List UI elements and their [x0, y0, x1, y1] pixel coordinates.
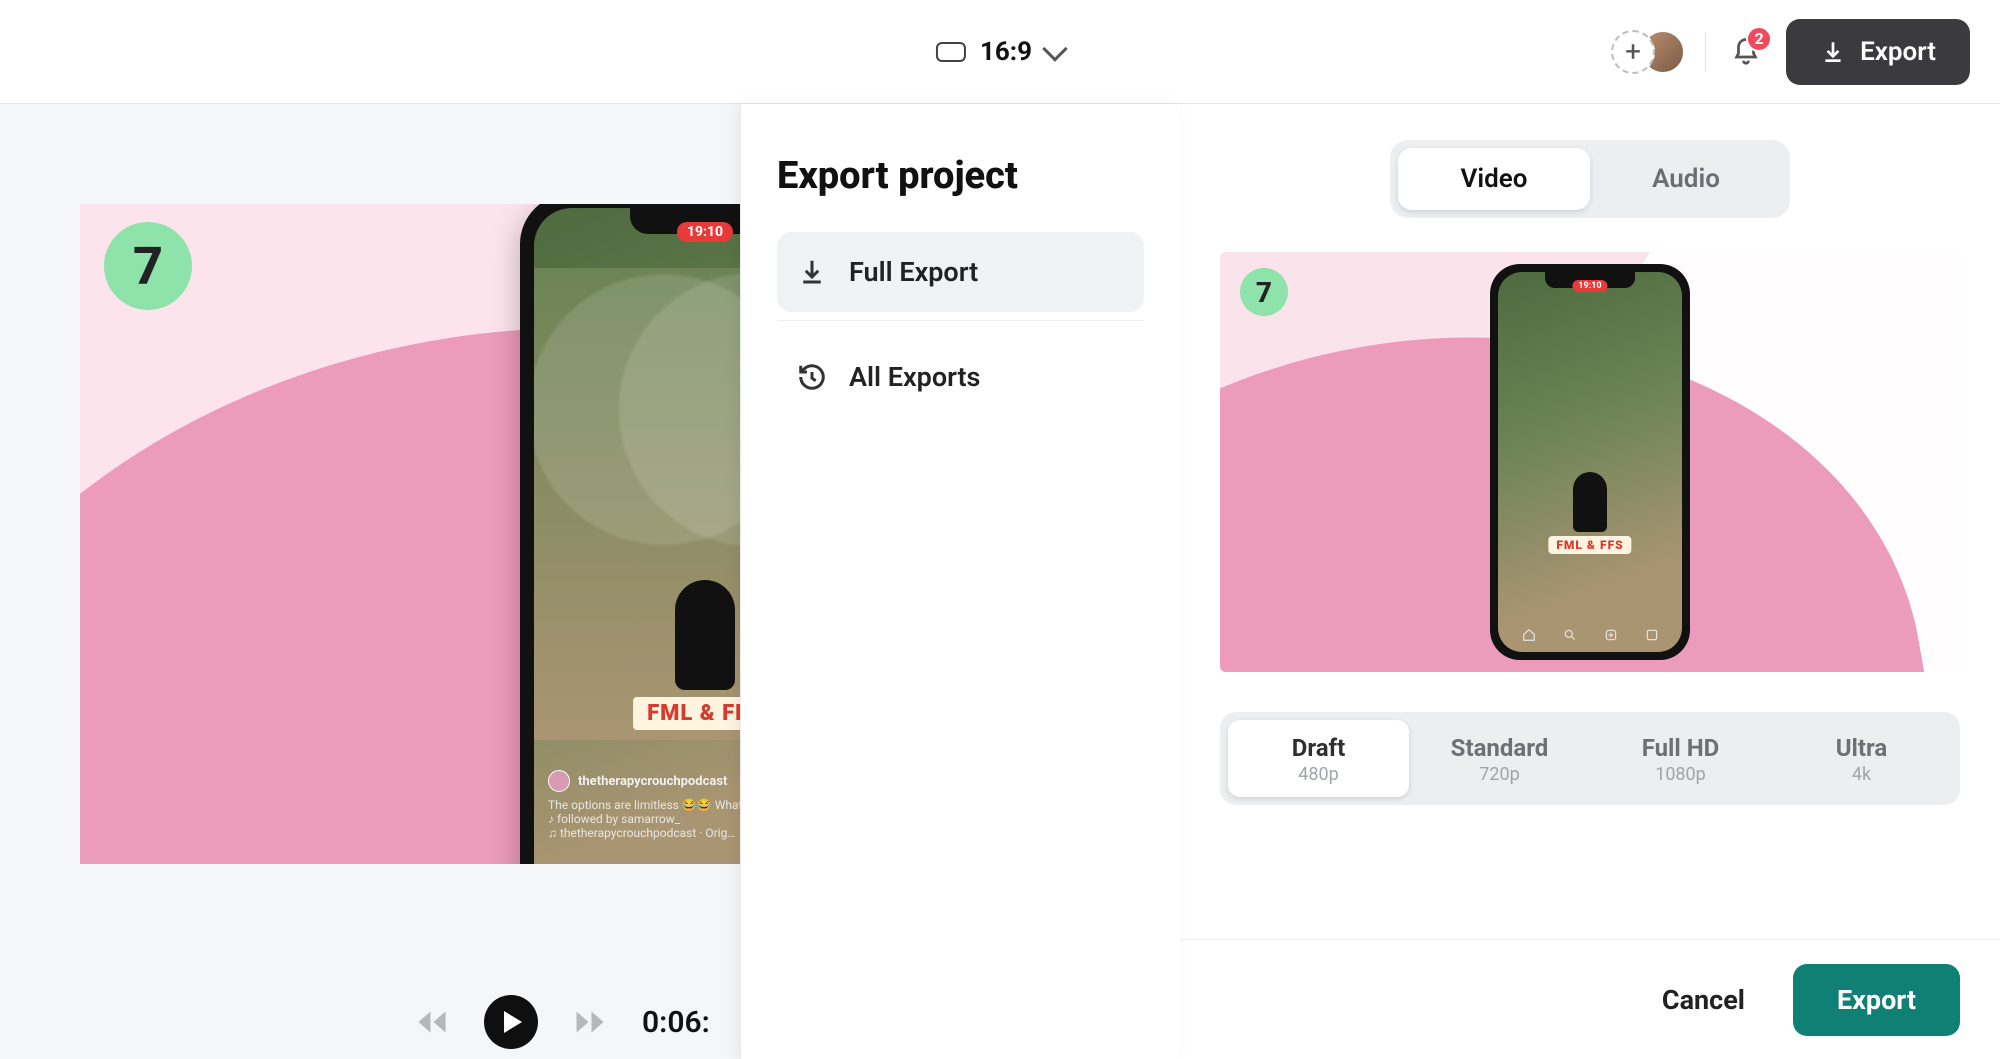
export-option-full-export[interactable]: Full Export — [777, 232, 1144, 312]
download-icon — [797, 257, 827, 287]
topbar: 16:9 + 2 Export — [0, 0, 2000, 104]
chevron-down-icon — [1042, 36, 1067, 61]
quality-label: Standard — [1409, 734, 1590, 762]
export-option-label: All Exports — [849, 361, 980, 393]
export-type-tabs: Video Audio — [1390, 140, 1790, 218]
add-post-icon — [1604, 628, 1618, 642]
topbar-actions: + 2 Export — [1611, 19, 1970, 85]
reels-icon — [1645, 628, 1659, 642]
aspect-ratio-icon — [936, 42, 966, 62]
collaborators[interactable]: + — [1611, 30, 1685, 74]
quality-option-draft[interactable]: Draft 480p — [1228, 720, 1409, 797]
divider — [777, 320, 1144, 321]
play-icon — [504, 1011, 522, 1033]
phone-nav — [1498, 622, 1682, 648]
forward-icon — [572, 1004, 608, 1040]
tab-video[interactable]: Video — [1398, 148, 1590, 210]
export-thumbnail: 7 19:10 FML & FFS — [1220, 252, 1960, 672]
header-export-label: Export — [1860, 37, 1936, 67]
notification-badge: 2 — [1746, 26, 1772, 52]
play-button[interactable] — [484, 995, 538, 1049]
quality-resolution: 720p — [1409, 764, 1590, 785]
microphone-shape — [1573, 472, 1607, 532]
quality-option-standard[interactable]: Standard 720p — [1409, 720, 1590, 797]
quality-resolution: 480p — [1228, 764, 1409, 785]
add-collaborator-button[interactable]: + — [1611, 30, 1655, 74]
quality-resolution: 4k — [1771, 764, 1952, 785]
playback-controls: 0:06: — [410, 995, 710, 1049]
export-footer: Cancel Export — [1180, 939, 2000, 1059]
phone-caption: FML & FFS — [1548, 536, 1631, 554]
quality-resolution: 1080p — [1590, 764, 1771, 785]
phone-screen: 19:10 FML & FFS — [1498, 272, 1682, 652]
slide-number-badge: 7 — [104, 222, 192, 310]
aspect-ratio-value: 16:9 — [980, 37, 1032, 67]
export-button[interactable]: Export — [1793, 964, 1960, 1036]
rewind-icon — [414, 1004, 450, 1040]
home-icon — [1522, 628, 1536, 642]
aspect-ratio-selector[interactable]: 16:9 — [936, 37, 1064, 67]
phone-mockup: 19:10 FML & FFS — [1490, 264, 1690, 660]
timecode: 0:06: — [642, 1005, 710, 1040]
plus-icon: + — [1625, 35, 1641, 68]
notifications-button[interactable]: 2 — [1726, 32, 1766, 72]
post-avatar — [548, 770, 570, 792]
quality-option-ultra[interactable]: Ultra 4k — [1771, 720, 1952, 797]
tab-audio[interactable]: Audio — [1590, 148, 1782, 210]
history-icon — [797, 362, 827, 392]
quality-selector: Draft 480p Standard 720p Full HD 1080p U… — [1220, 712, 1960, 805]
header-export-button[interactable]: Export — [1786, 19, 1970, 85]
rewind-button[interactable] — [410, 1000, 454, 1044]
slide-number-badge: 7 — [1240, 268, 1288, 316]
phone-live-badge: 19:10 — [677, 222, 733, 242]
download-icon — [1820, 39, 1846, 65]
quality-option-fullhd[interactable]: Full HD 1080p — [1590, 720, 1771, 797]
quality-label: Draft — [1228, 734, 1409, 762]
export-option-label: Full Export — [849, 256, 978, 288]
search-icon — [1563, 628, 1577, 642]
export-option-all-exports[interactable]: All Exports — [777, 337, 1144, 417]
export-panel-title: Export project — [777, 154, 1144, 198]
export-side-panel: Export project Full Export All Exports — [740, 104, 1180, 1059]
quality-label: Full HD — [1590, 734, 1771, 762]
export-main-panel: Video Audio 7 19:10 FML & FFS Draft — [1180, 104, 2000, 1059]
post-username: thetherapycrouchpodcast — [578, 774, 727, 789]
microphone-shape — [675, 580, 735, 690]
quality-label: Ultra — [1771, 734, 1952, 762]
cancel-button[interactable]: Cancel — [1632, 964, 1775, 1036]
phone-live-badge: 19:10 — [1572, 280, 1607, 292]
divider — [1705, 32, 1706, 72]
forward-button[interactable] — [568, 1000, 612, 1044]
